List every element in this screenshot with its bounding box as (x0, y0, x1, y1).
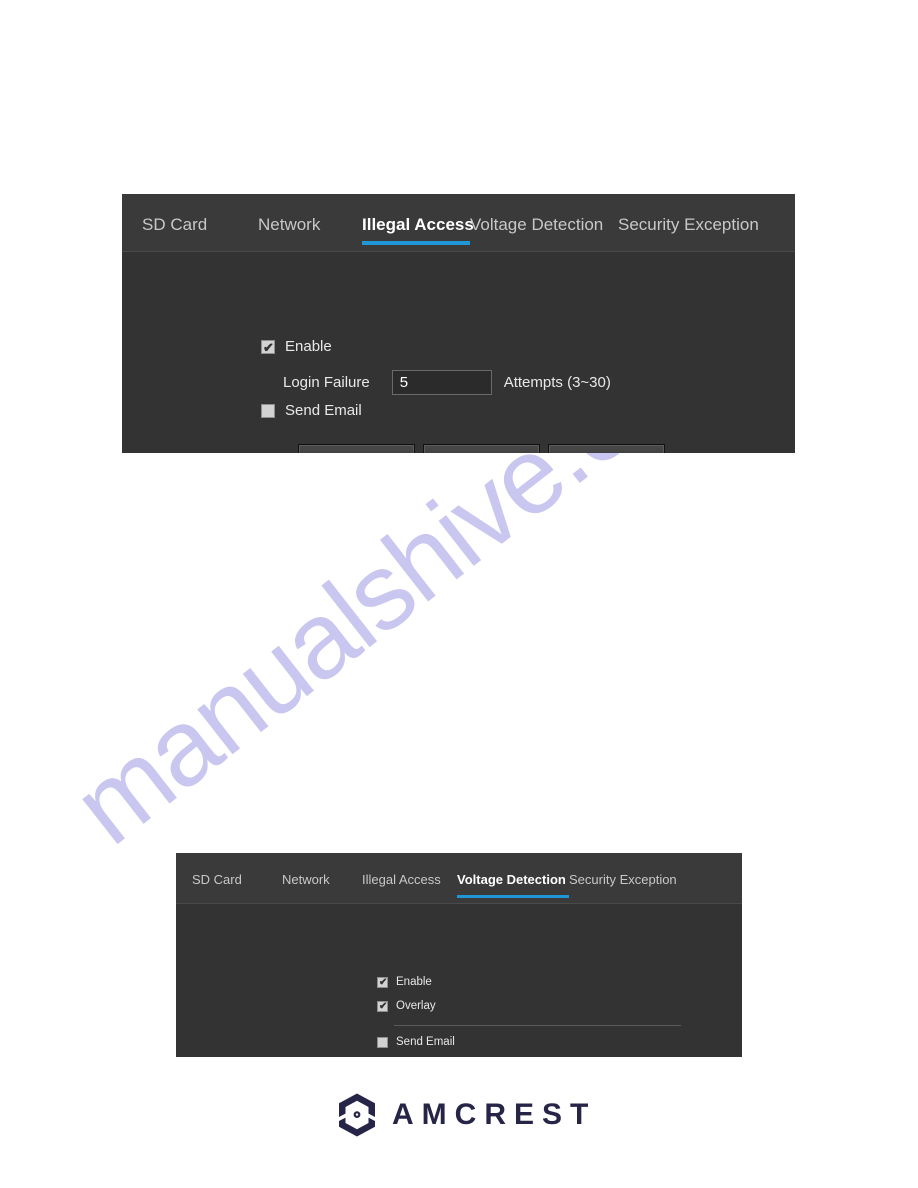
tab-network[interactable]: Network (258, 215, 362, 251)
reset-defaults-button[interactable]: Reset Defaults (298, 444, 415, 453)
enable-checkbox[interactable]: ✔ (261, 339, 275, 355)
tab-voltage-detection[interactable]: Voltage Detection (457, 872, 569, 903)
send-email-row[interactable]: ✔ Send Email (377, 1036, 455, 1048)
enable-row[interactable]: ✔ Enable (261, 338, 332, 355)
tab-security-exception[interactable]: Security Exception (569, 872, 679, 903)
enable-label: Enable (285, 338, 332, 355)
tab-illegal-access[interactable]: Illegal Access (362, 872, 457, 903)
tab-label: Network (282, 872, 330, 887)
tab-active-underline (457, 895, 569, 898)
tab-security-exception[interactable]: Security Exception (618, 215, 768, 251)
tab-sd-card[interactable]: SD Card (184, 872, 282, 903)
illegal-access-button-row: Reset Defaults Refresh Save (298, 444, 665, 453)
tab-sd-card[interactable]: SD Card (132, 215, 258, 251)
tab-label: Security Exception (618, 215, 759, 234)
enable-row[interactable]: ✔ Enable (377, 976, 432, 988)
tab-label: SD Card (142, 215, 208, 234)
overlay-row[interactable]: ✔ Overlay (377, 1000, 436, 1012)
tab-label: Voltage Detection (457, 872, 566, 887)
page-root: manualshive.com SD Card Network Illegal … (0, 0, 918, 1188)
tab-network[interactable]: Network (282, 872, 362, 903)
save-button[interactable]: Save (548, 444, 665, 453)
login-failure-input[interactable]: 5 (391, 370, 492, 395)
tab-label: Network (258, 215, 321, 234)
tab-label: Security Exception (569, 872, 677, 887)
send-email-row[interactable]: ✔ Send Email (261, 402, 362, 419)
tab-label: Voltage Detection (470, 215, 604, 234)
tabbar-illegal-access: SD Card Network Illegal Access Voltage D… (122, 194, 795, 252)
tab-label: Illegal Access (362, 215, 474, 234)
enable-checkbox[interactable]: ✔ (377, 976, 388, 988)
tab-active-underline (362, 241, 470, 245)
voltage-detection-panel: SD Card Network Illegal Access Voltage D… (176, 853, 742, 1057)
attempts-range-hint: Attempts (3~30) (503, 374, 611, 391)
send-email-label: Send Email (396, 1036, 455, 1048)
tab-label: SD Card (192, 872, 242, 887)
login-failure-label: Login Failure (283, 374, 370, 391)
checkmark-icon: ✔ (379, 976, 388, 988)
tab-voltage-detection[interactable]: Voltage Detection (470, 215, 618, 251)
send-email-checkbox[interactable]: ✔ (377, 1036, 388, 1048)
overlay-checkbox[interactable]: ✔ (377, 1000, 388, 1012)
tabbar-voltage-detection: SD Card Network Illegal Access Voltage D… (176, 853, 742, 904)
overlay-label: Overlay (396, 1000, 436, 1012)
enable-label: Enable (396, 976, 432, 988)
amcrest-logo: AMCREST (336, 1092, 596, 1138)
refresh-button[interactable]: Refresh (423, 444, 540, 453)
amcrest-hexagon-icon (339, 1093, 375, 1137)
section-divider (394, 1025, 681, 1026)
send-email-checkbox[interactable]: ✔ (261, 403, 275, 418)
tab-illegal-access[interactable]: Illegal Access (362, 215, 474, 251)
amcrest-wordmark: AMCREST (392, 1098, 597, 1131)
login-failure-row: Login Failure 5 Attempts (3~30) (283, 370, 611, 395)
illegal-access-panel: SD Card Network Illegal Access Voltage D… (122, 194, 795, 453)
tab-label: Illegal Access (362, 872, 441, 887)
checkmark-icon: ✔ (263, 339, 274, 355)
checkmark-icon: ✔ (379, 1000, 388, 1012)
send-email-label: Send Email (285, 402, 362, 419)
